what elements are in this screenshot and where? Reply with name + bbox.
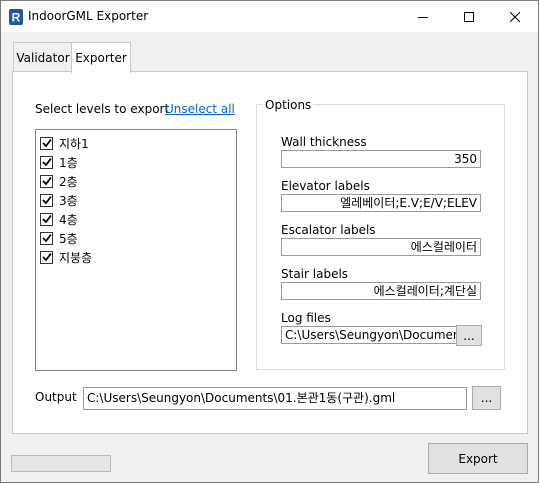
minimize-button[interactable] xyxy=(400,1,446,32)
checkmark-icon xyxy=(41,195,52,205)
app-window: R IndoorGML Exporter Validator Exporter … xyxy=(0,0,539,483)
log-files-label: Log files xyxy=(281,311,331,325)
level-item[interactable]: 1층 xyxy=(40,153,78,171)
title-bar: R IndoorGML Exporter xyxy=(1,1,538,32)
export-button-label: Export xyxy=(458,451,498,466)
tab-validator[interactable]: Validator xyxy=(13,42,73,72)
export-button[interactable]: Export xyxy=(428,443,528,474)
stair-labels-input[interactable]: 에스컬레이터;계단실 xyxy=(281,282,481,300)
level-label: 4층 xyxy=(59,212,78,227)
level-checkbox[interactable] xyxy=(40,155,53,169)
minimize-icon xyxy=(418,16,428,18)
checkmark-icon xyxy=(41,176,52,186)
output-browse-label: ... xyxy=(480,391,493,405)
level-checkbox[interactable] xyxy=(40,193,53,207)
level-label: 지붕층 xyxy=(59,250,93,265)
output-label: Output xyxy=(35,390,77,404)
level-label: 지하1 xyxy=(59,136,89,151)
level-item[interactable]: 지하1 xyxy=(40,134,89,152)
output-path-input[interactable]: C:\Users\Seungyon\Documents\01.본관1동(구관).… xyxy=(83,387,467,410)
level-label: 1층 xyxy=(59,155,78,170)
levels-heading: Select levels to export xyxy=(35,102,170,116)
level-checkbox[interactable] xyxy=(40,250,53,264)
close-icon xyxy=(510,11,520,22)
checkmark-icon xyxy=(41,214,52,224)
revit-app-icon: R xyxy=(9,9,23,25)
tab-exporter[interactable]: Exporter xyxy=(71,42,131,73)
escalator-labels-input[interactable]: 에스컬레이터 xyxy=(281,238,481,256)
elevator-labels-input[interactable]: 엘레베이터;E.V;E/V;ELEV xyxy=(281,194,481,212)
elevator-labels-label: Elevator labels xyxy=(281,179,370,193)
wall-thickness-input[interactable]: 350 xyxy=(281,150,481,168)
level-item[interactable]: 5층 xyxy=(40,229,78,247)
options-legend: Options xyxy=(263,98,314,112)
maximize-icon xyxy=(464,11,474,22)
unselect-all-link[interactable]: Unselect all xyxy=(165,102,235,116)
tab-exporter-label: Exporter xyxy=(75,51,127,65)
level-item[interactable]: 2층 xyxy=(40,172,78,190)
tab-validator-label: Validator xyxy=(16,50,70,65)
level-checkbox[interactable] xyxy=(40,231,53,245)
checkmark-icon xyxy=(41,157,52,167)
level-label: 2층 xyxy=(59,174,78,189)
level-label: 5층 xyxy=(59,231,78,246)
log-files-input[interactable]: C:\Users\Seungyon\Documents\ xyxy=(281,326,457,344)
level-label: 3층 xyxy=(59,193,78,208)
level-checkbox[interactable] xyxy=(40,174,53,188)
svg-text:R: R xyxy=(12,11,21,25)
level-item[interactable]: 지붕층 xyxy=(40,248,92,266)
stair-labels-label: Stair labels xyxy=(281,267,349,281)
checkmark-icon xyxy=(41,233,52,243)
level-item[interactable]: 3층 xyxy=(40,191,78,209)
exporter-panel: Select levels to export Unselect all 지하1… xyxy=(12,71,528,434)
wall-thickness-label: Wall thickness xyxy=(281,135,367,149)
options-group: Options Wall thickness 350 Elevator labe… xyxy=(256,98,505,370)
maximize-button[interactable] xyxy=(446,1,492,32)
level-checkbox[interactable] xyxy=(40,212,53,226)
levels-list[interactable]: 지하1 1층 2층 3층 4층 5층 지붕층 xyxy=(35,129,237,371)
escalator-labels-label: Escalator labels xyxy=(281,223,376,237)
log-files-browse-button[interactable]: ... xyxy=(456,325,482,346)
checkmark-icon xyxy=(41,252,52,262)
checkmark-icon xyxy=(41,138,52,148)
level-checkbox[interactable] xyxy=(40,136,53,150)
close-button[interactable] xyxy=(492,1,538,32)
level-item[interactable]: 4층 xyxy=(40,210,78,228)
window-title: IndoorGML Exporter xyxy=(28,9,149,23)
log-files-browse-label: ... xyxy=(463,328,475,343)
progress-bar xyxy=(11,455,111,472)
output-browse-button[interactable]: ... xyxy=(472,386,501,410)
